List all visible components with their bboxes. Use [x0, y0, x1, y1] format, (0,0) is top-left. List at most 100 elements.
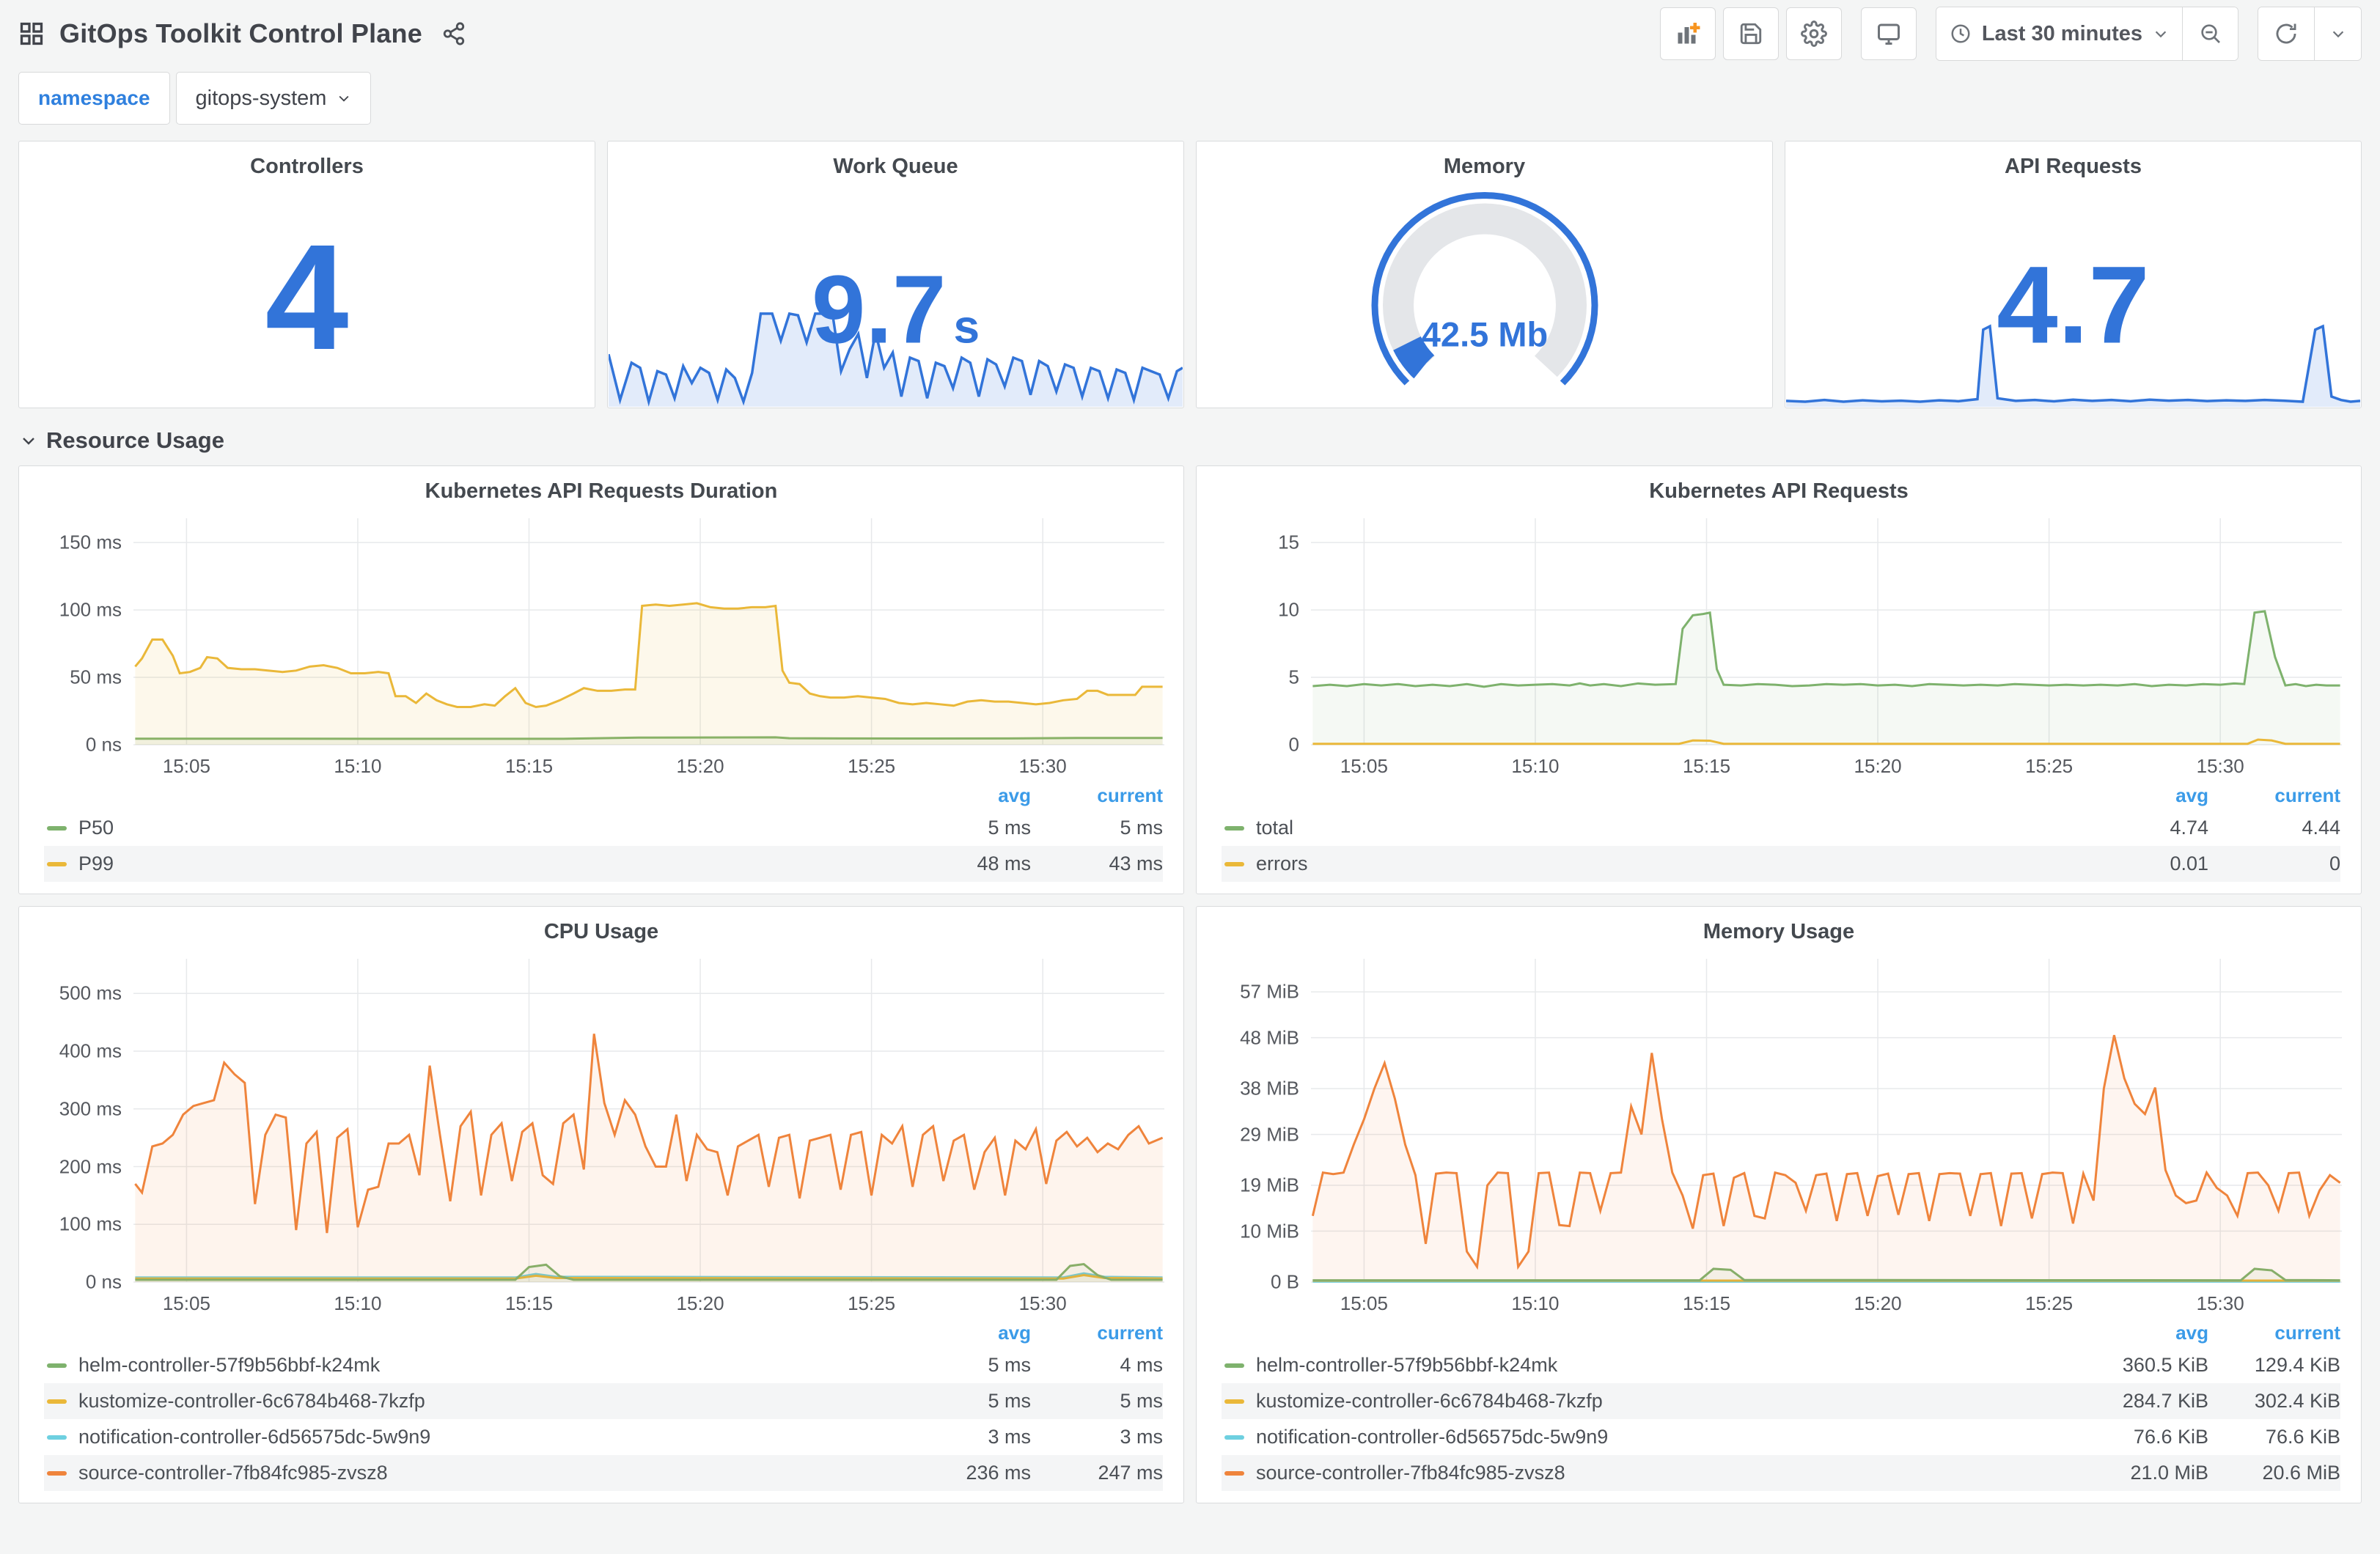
series-color-dash	[1224, 1363, 1244, 1368]
series-color-dash	[1224, 825, 1244, 831]
panel-title[interactable]: Work Queue	[608, 141, 1183, 179]
legend-row[interactable]: P50 5 ms 5 ms	[44, 810, 1163, 846]
x-axis-labels: 15:05 15:10 15:15 15:20 15:25 15:30	[162, 1292, 1067, 1314]
tv-icon	[1876, 21, 1902, 47]
panel-api-requests: API Requests 4.7	[1785, 141, 2362, 408]
plot-area[interactable]	[1311, 959, 2342, 1282]
legend-row[interactable]: notification-controller-6d56575dc-5w9n9 7…	[1222, 1419, 2340, 1455]
panel-k8s-api-requests: Kubernetes API Requests 0 5 10 15 15:05 15:10…	[1196, 465, 2362, 894]
panel-title[interactable]: Controllers	[19, 141, 595, 179]
legend-sort-avg[interactable]: avg	[914, 784, 1031, 807]
series-label: helm-controller-57f9b56bbf-k24mk	[1256, 1354, 1558, 1376]
series-color-dash	[1224, 1470, 1244, 1476]
panel-title[interactable]: CPU Usage	[19, 907, 1183, 944]
save-icon	[1738, 21, 1763, 46]
series-color-dash	[1224, 1399, 1244, 1404]
controllers-value: 4	[265, 213, 349, 382]
legend-row[interactable]: helm-controller-57f9b56bbf-k24mk 5 ms 4 ms	[44, 1347, 1163, 1383]
series-color-dash	[47, 1363, 67, 1368]
time-range-picker[interactable]: Last 30 minutes	[1936, 7, 2182, 60]
dashboard-toolbar: Last 30 minutes	[1641, 7, 2362, 61]
zoom-out-button[interactable]	[2182, 7, 2238, 60]
variable-label-chip: namespace	[18, 72, 170, 125]
y-axis-labels: 0 5 10 15	[1278, 531, 1299, 756]
stats-row: Controllers 4 Work Queue 9.7 s Memory 42.…	[18, 141, 2362, 408]
dashboard-settings-button[interactable]	[1785, 7, 1842, 60]
share-icon[interactable]	[441, 21, 466, 46]
legend-sort-avg[interactable]: avg	[2091, 1322, 2208, 1344]
series-label: total	[1256, 817, 1294, 839]
legend-row[interactable]: helm-controller-57f9b56bbf-k24mk 360.5 Ki…	[1222, 1347, 2340, 1383]
panel-title[interactable]: Kubernetes API Requests	[1197, 466, 2361, 504]
y-axis-labels: 0 B 10 MiB 19 MiB 29 MiB 38 MiB 48 MiB 57 MiB	[1240, 980, 1299, 1293]
refresh-interval-caret-icon	[2330, 26, 2346, 42]
series-label: errors	[1256, 853, 1308, 874]
x-axis-labels: 15:05 15:10 15:15 15:20 15:25 15:30	[1340, 755, 2244, 777]
add-panel-icon	[1675, 21, 1701, 47]
save-dashboard-button[interactable]	[1722, 7, 1779, 60]
x-axis-labels: 15:05 15:10 15:15 15:20 15:25 15:30	[162, 755, 1067, 777]
legend-sort-avg[interactable]: avg	[914, 1322, 1031, 1344]
series-color-dash	[1224, 861, 1244, 866]
legend-row[interactable]: source-controller-7fb84fc985-zvsz8 236 ms…	[44, 1455, 1163, 1491]
legend-row[interactable]: source-controller-7fb84fc985-zvsz8 21.0 M…	[1222, 1455, 2340, 1491]
panel-title[interactable]: Kubernetes API Requests Duration	[19, 466, 1183, 504]
series-color-dash	[47, 1399, 67, 1404]
series-label: notification-controller-6d56575dc-5w9n9	[78, 1426, 431, 1448]
panel-title[interactable]: API Requests	[1785, 141, 2361, 179]
chart-k8s-api-requests-duration[interactable]: 0 ns 50 ms 100 ms 150 ms 15:05 15:10 15:15 15:2…	[23, 514, 1172, 778]
legend-sort-current[interactable]: current	[1031, 784, 1163, 807]
chart-cpu-usage[interactable]: 0 ns 100 ms 200 ms 300 ms 400 ms 500 ms 15:05 1…	[23, 954, 1172, 1315]
chevron-down-icon	[23, 438, 34, 445]
series-label: source-controller-7fb84fc985-zvsz8	[78, 1462, 388, 1484]
panel-cpu-usage: CPU Usage 0 ns 100 ms 200 ms 300 ms 400 ms 50…	[18, 906, 1184, 1503]
clock-icon	[1950, 23, 1972, 45]
panel-k8s-api-requests-duration: Kubernetes API Requests Duration 0 ns 50 …	[18, 465, 1184, 894]
chevron-down-icon	[2153, 26, 2169, 42]
svg-text:42.5 Mb: 42.5 Mb	[1421, 315, 1547, 354]
legend-sort-current[interactable]: current	[1031, 1322, 1163, 1344]
chart-memory-usage[interactable]: 0 B 10 MiB 19 MiB 29 MiB 38 MiB 48 MiB 57 MiB 1…	[1201, 954, 2349, 1315]
legend-sort-current[interactable]: current	[2208, 784, 2340, 807]
legend-row[interactable]: total 4.74 4.44	[1222, 810, 2340, 846]
add-panel-button[interactable]	[1659, 7, 1716, 60]
panel-title[interactable]: Memory	[1197, 141, 1772, 179]
legend: avg current P50 5 ms 5 ms P99 48 ms 43 ms	[19, 778, 1183, 894]
y-axis-labels: 0 ns 100 ms 200 ms 300 ms 400 ms 500 ms	[59, 982, 122, 1293]
cycle-view-button[interactable]	[1860, 7, 1917, 60]
timeseries-row-2: CPU Usage 0 ns 100 ms 200 ms 300 ms 400 ms 50…	[18, 906, 2362, 1503]
api-requests-value: 4.7	[1997, 243, 2150, 367]
panel-work-queue: Work Queue 9.7 s	[607, 141, 1184, 408]
legend-sort-avg[interactable]: avg	[2091, 784, 2208, 807]
panel-memory: Memory 42.5 Mb	[1196, 141, 1773, 408]
series-label: helm-controller-57f9b56bbf-k24mk	[78, 1354, 381, 1376]
chevron-down-icon	[339, 95, 349, 102]
y-axis-labels: 0 ns 50 ms 100 ms 150 ms	[59, 531, 122, 756]
timeseries-row-1: Kubernetes API Requests Duration 0 ns 50 …	[18, 465, 2362, 894]
legend-row[interactable]: kustomize-controller-6c6784b468-7kzfp 5 m…	[44, 1383, 1163, 1419]
zoom-out-icon	[2199, 22, 2222, 45]
panel-title[interactable]: Memory Usage	[1197, 907, 2361, 944]
refresh-interval-button[interactable]	[2314, 7, 2361, 60]
series-label: P50	[78, 817, 114, 839]
chart-k8s-api-requests[interactable]: 0 5 10 15 15:05 15:10 15:15 15:20 15:25 15:30	[1201, 514, 2349, 778]
series-color-dash	[1224, 1435, 1244, 1440]
panel-controllers: Controllers 4	[18, 141, 595, 408]
plot-area[interactable]	[133, 518, 1164, 745]
legend-sort-current[interactable]: current	[2208, 1322, 2340, 1344]
legend-row[interactable]: errors 0.01 0	[1222, 846, 2340, 882]
series-color-dash	[47, 1435, 67, 1440]
work-queue-value: 9.7 s	[811, 255, 980, 364]
refresh-button[interactable]	[2258, 7, 2314, 60]
legend-row[interactable]: kustomize-controller-6c6784b468-7kzfp 284…	[1222, 1383, 2340, 1419]
plot-area[interactable]	[133, 959, 1164, 1282]
namespace-select[interactable]: gitops-system	[175, 72, 372, 125]
variables-row: namespace gitops-system	[18, 72, 2362, 125]
x-axis-labels: 15:05 15:10 15:15 15:20 15:25 15:30	[1340, 1292, 2244, 1314]
series-label: kustomize-controller-6c6784b468-7kzfp	[78, 1390, 425, 1412]
row-resource-usage[interactable]: Resource Usage	[20, 427, 2362, 454]
legend-row[interactable]: P99 48 ms 43 ms	[44, 846, 1163, 882]
variable-label: namespace	[38, 86, 150, 109]
plot-area[interactable]	[1311, 518, 2342, 745]
legend-row[interactable]: notification-controller-6d56575dc-5w9n9 3…	[44, 1419, 1163, 1455]
